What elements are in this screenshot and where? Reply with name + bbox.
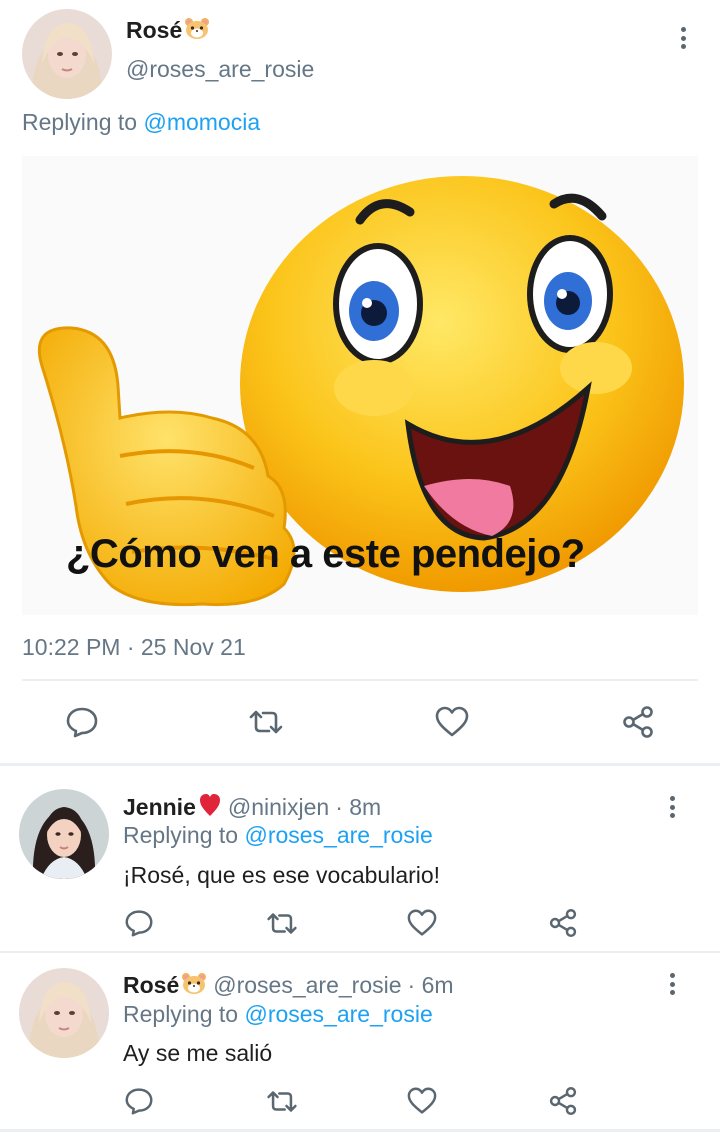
reply-button[interactable] [122,1084,156,1118]
reply-header: Jennie @ninixjen · 8m [123,792,381,823]
retweet-icon [249,710,283,734]
replying-prefix: Replying to [123,1001,239,1027]
reply-author-name[interactable]: Rosé [123,972,179,999]
replying-to-link[interactable]: @roses_are_rosie [244,822,432,848]
reply-button[interactable] [122,906,156,940]
reply-text: ¡Rosé, que es ese vocabulario! [123,862,441,888]
reply-author-handle[interactable]: @roses_are_rosie [213,972,401,999]
retweet-icon [267,912,297,934]
replying-prefix: Replying to [123,822,239,848]
author-name[interactable]: Rosé [126,16,210,45]
avatar-rose[interactable] [22,9,112,99]
like-button[interactable] [432,702,472,742]
replying-to-link[interactable]: @roses_are_rosie [244,1001,432,1027]
reply-header: Rosé @roses_are_rosie · 6m [123,971,454,1000]
hamster-emoji-icon [184,16,210,45]
more-vertical-icon[interactable] [678,27,688,53]
like-button[interactable] [405,1084,439,1118]
more-vertical-icon[interactable] [667,973,677,999]
avatar-jennie[interactable] [19,789,109,879]
image-caption: ¿Cómo ven a este pendejo? [66,532,585,576]
heart-icon [407,909,437,936]
reply-button[interactable] [62,702,102,742]
replying-to-link[interactable]: @momocia [143,109,260,135]
reply-time[interactable]: · 6m [408,972,454,999]
red-heart-emoji-icon [198,792,222,823]
author-name-text: Rosé [126,17,183,43]
avatar-rose[interactable] [19,968,109,1058]
section-divider [0,763,720,766]
like-button[interactable] [405,906,439,940]
share-icon [549,1086,577,1116]
comment-icon [125,1088,153,1115]
divider [0,951,720,953]
reply-author-handle[interactable]: @ninixjen [228,794,329,821]
share-icon [623,706,653,738]
more-vertical-icon[interactable] [667,796,677,822]
comment-icon [125,910,153,937]
retweet-button[interactable] [264,906,300,940]
reply-time[interactable]: · 8m [335,794,381,821]
replying-to-line: Replying to @roses_are_rosie [123,822,433,849]
share-button[interactable] [546,906,580,940]
share-icon [549,908,577,938]
heart-icon [407,1087,437,1114]
retweet-button[interactable] [246,702,286,742]
comment-icon [66,707,98,738]
hamster-emoji-icon [181,971,207,1000]
retweet-icon [267,1090,297,1112]
tweet-timestamp[interactable]: 10:22 PM · 25 Nov 21 [22,634,246,661]
reply-author-name[interactable]: Jennie [123,794,196,821]
reply-text: Ay se me salió [123,1040,273,1066]
tweet-image[interactable]: ¿Cómo ven a este pendejo? [22,156,698,615]
replying-prefix: Replying to [22,109,138,135]
retweet-button[interactable] [264,1084,300,1118]
replying-to-line: Replying to @roses_are_rosie [123,1001,433,1028]
author-handle[interactable]: @roses_are_rosie [126,56,314,83]
share-button[interactable] [546,1084,580,1118]
share-button[interactable] [618,702,658,742]
replying-to-line: Replying to @momocia [22,109,260,136]
heart-icon [435,706,469,737]
divider [22,679,698,681]
